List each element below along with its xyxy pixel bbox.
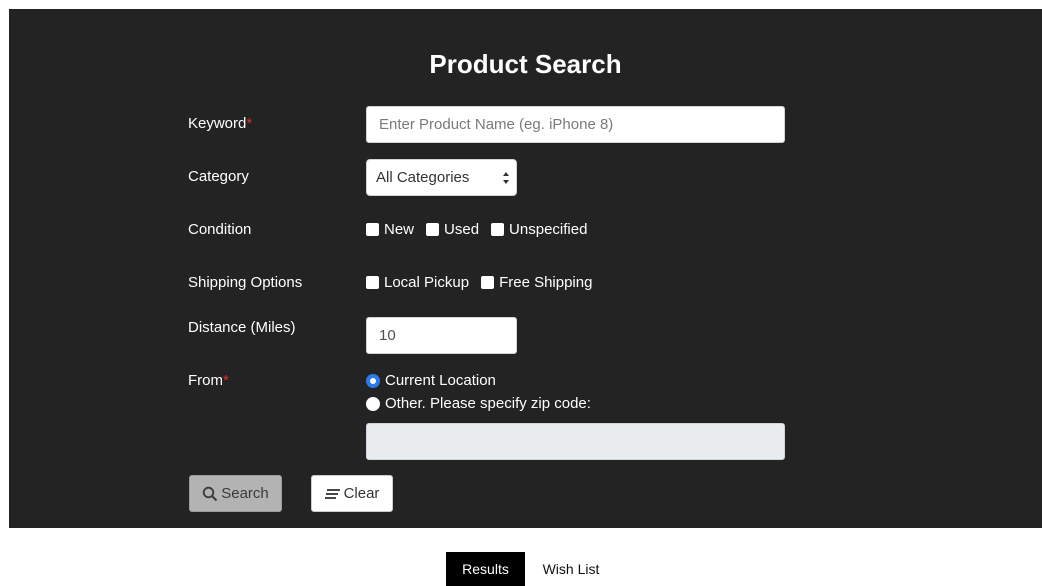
from-label-text: From: [188, 372, 223, 389]
current-location-radio[interactable]: [366, 373, 380, 388]
free-shipping-label: Free Shipping: [499, 274, 593, 291]
zip-code-input[interactable]: [366, 423, 785, 460]
search-button[interactable]: Search: [189, 475, 282, 512]
other-zip-option[interactable]: Other. Please specify zip code:: [366, 395, 591, 412]
condition-unspecified-checkbox[interactable]: [491, 223, 505, 236]
search-button-label: Search: [221, 485, 269, 502]
category-select[interactable]: All Categories: [366, 159, 517, 196]
other-zip-label: Other. Please specify zip code:: [385, 395, 591, 412]
clear-button-label: Clear: [343, 485, 380, 502]
keyword-label-text: Keyword: [188, 115, 247, 132]
condition-unspecified-label: Unspecified: [509, 221, 588, 238]
keyword-label: Keyword*: [188, 115, 252, 132]
local-pickup-checkbox[interactable]: [366, 276, 379, 289]
free-shipping-checkbox[interactable]: [481, 276, 495, 289]
local-pickup-label: Local Pickup: [384, 274, 470, 291]
results-tabs: Results Wish List: [0, 552, 1042, 586]
category-label: Category: [188, 168, 249, 185]
condition-options: New Used Unspecified: [366, 221, 599, 238]
select-arrows-icon: [503, 172, 509, 184]
condition-new-label: New: [384, 221, 415, 238]
tab-wish-list[interactable]: Wish List: [531, 552, 611, 586]
required-mark: *: [246, 115, 253, 132]
condition-new-checkbox[interactable]: [366, 223, 379, 236]
shipping-options-label: Shipping Options: [188, 274, 303, 291]
from-label: From*: [188, 372, 229, 389]
category-selected-value: All Categories: [376, 169, 470, 186]
distance-value: 10: [379, 327, 396, 344]
required-mark: *: [223, 372, 229, 389]
page-title: Product Search: [429, 49, 622, 79]
clear-lines-icon: [324, 488, 340, 499]
current-location-option[interactable]: Current Location: [366, 372, 496, 389]
distance-label: Distance (Miles): [188, 319, 296, 336]
tab-results[interactable]: Results: [446, 552, 525, 586]
other-zip-radio[interactable]: [366, 396, 380, 411]
condition-used-label: Used: [444, 221, 480, 238]
search-icon: [203, 486, 218, 501]
clear-button[interactable]: Clear: [311, 475, 393, 512]
distance-input[interactable]: 10: [366, 317, 517, 354]
current-location-label: Current Location: [385, 372, 496, 389]
condition-used-checkbox[interactable]: [426, 223, 440, 236]
shipping-options: Local Pickup Free Shipping: [366, 274, 604, 291]
product-search-panel: Product Search Keyword* Category All Cat…: [9, 9, 1042, 528]
keyword-input[interactable]: [366, 106, 785, 143]
condition-label: Condition: [188, 221, 252, 238]
